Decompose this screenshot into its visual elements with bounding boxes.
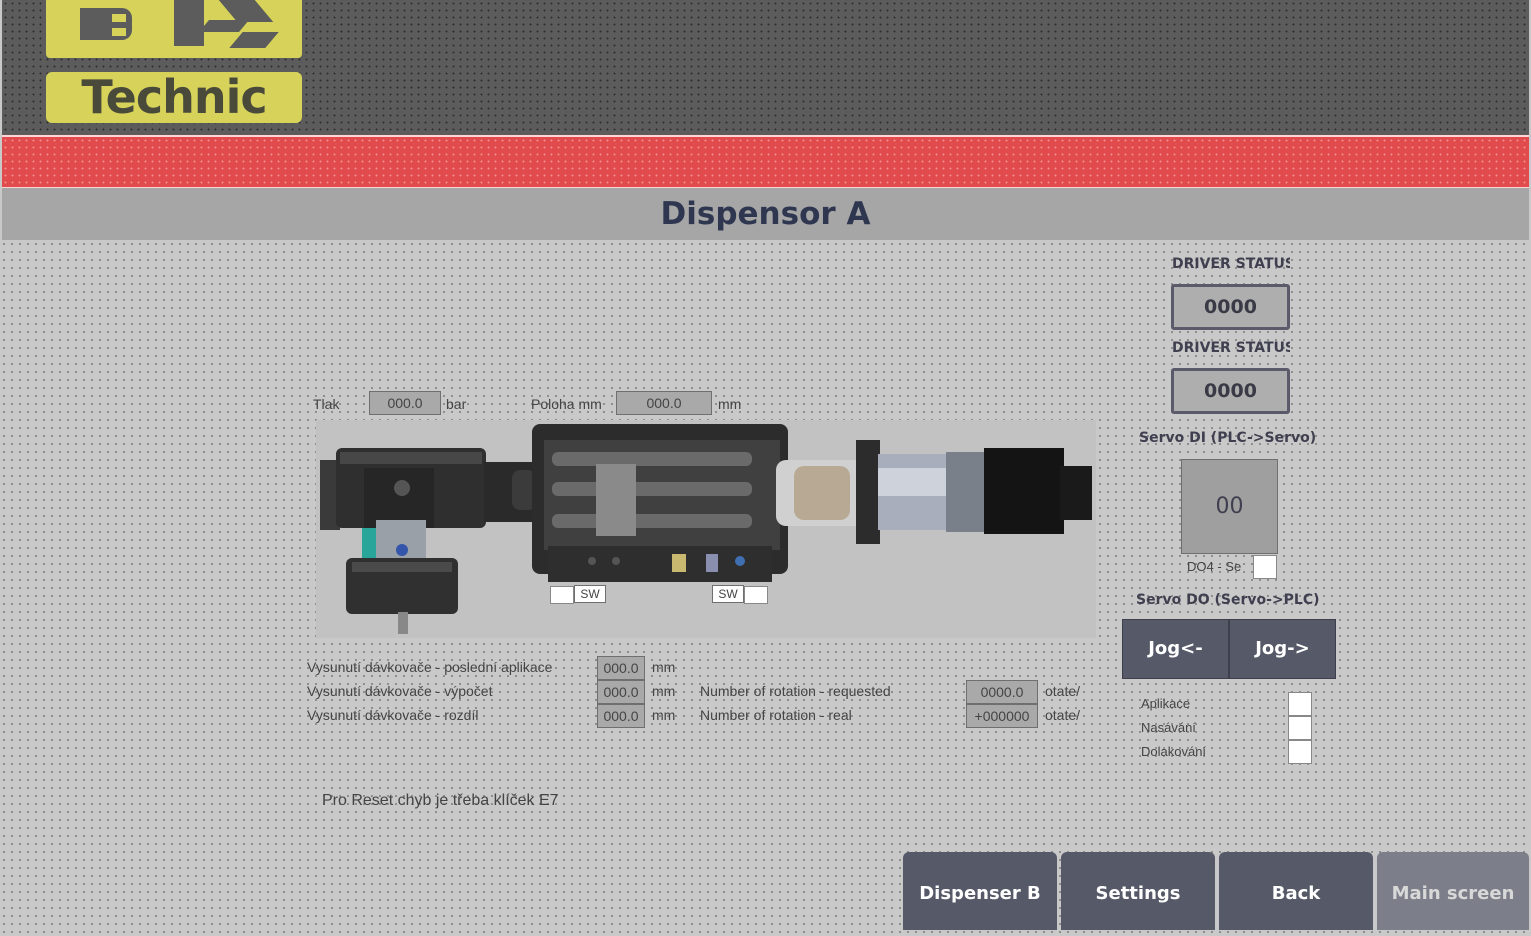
rotation-value-requested: 0000.0 bbox=[966, 680, 1038, 704]
driver-status-1-label: DRIVER STATUS bbox=[1172, 256, 1290, 272]
servo-di-label: Servo DI (PLC->Servo) bbox=[1139, 430, 1317, 446]
dispenser-drawing bbox=[320, 424, 1092, 634]
poloha-label: Poloha mm bbox=[531, 396, 602, 412]
poloha-unit: mm bbox=[718, 396, 742, 412]
rotation-unit: otate/ bbox=[1045, 707, 1081, 723]
main-screen-button[interactable]: Main screen bbox=[1377, 852, 1529, 930]
tlak-label: Tlak bbox=[313, 396, 340, 412]
do4-label: DO4 - Se bbox=[1187, 559, 1242, 574]
measurement-label-difference: Vysunutí dávkovače - rozdíl bbox=[307, 707, 479, 723]
alarm-band bbox=[2, 135, 1529, 189]
measurement-label-last-application: Vysunutí dávkovače - poslední aplikace bbox=[307, 659, 553, 675]
settings-button[interactable]: Settings bbox=[1061, 852, 1215, 930]
measurement-value-calculation: 000.0 bbox=[597, 680, 645, 704]
driver-status-2-value: 0000 bbox=[1171, 368, 1290, 414]
back-button[interactable]: Back bbox=[1219, 852, 1373, 930]
page-title: Dispensor A bbox=[660, 196, 871, 232]
driver-status-1-value: 0000 bbox=[1171, 284, 1290, 330]
rotation-unit: otate/ bbox=[1045, 683, 1081, 699]
jog-right-button[interactable]: Jog-> bbox=[1229, 619, 1336, 679]
logo-bk bbox=[46, 0, 302, 58]
title-bar: Dispensor A bbox=[2, 188, 1529, 240]
mode-indicator-nasavani bbox=[1288, 716, 1312, 740]
mode-label-dolakovani: Dolakování bbox=[1141, 744, 1207, 759]
mode-label-aplikace: Aplikace bbox=[1141, 696, 1191, 711]
measurement-unit: mm bbox=[652, 707, 676, 723]
mode-indicator-dolakovani bbox=[1288, 740, 1312, 764]
tlak-field: 000.0 bbox=[369, 391, 441, 415]
servo-do-label: Servo DO (Servo->PLC) bbox=[1136, 592, 1320, 608]
jog-left-button[interactable]: Jog<- bbox=[1122, 619, 1229, 679]
rotation-label-real: Number of rotation - real bbox=[700, 707, 852, 723]
measurement-unit: mm bbox=[652, 659, 676, 675]
header-bar: Technic bbox=[2, 0, 1529, 135]
measurement-unit: mm bbox=[652, 683, 676, 699]
dispenser-machine-image bbox=[316, 420, 1096, 638]
sw-left-label: SW bbox=[574, 585, 606, 603]
rotation-label-requested: Number of rotation - requested bbox=[700, 683, 891, 699]
logo-technic: Technic bbox=[46, 72, 302, 123]
mode-indicator-aplikace bbox=[1288, 692, 1312, 716]
rotation-value-real: +000000 bbox=[966, 704, 1038, 728]
measurement-value-last-application: 000.0 bbox=[597, 656, 645, 680]
do4-indicator bbox=[1253, 555, 1277, 579]
measurement-value-difference: 000.0 bbox=[597, 704, 645, 728]
dispenser-b-button[interactable]: Dispenser B bbox=[903, 852, 1057, 930]
mode-label-nasavani: Nasávání bbox=[1141, 720, 1196, 735]
sw-right-indicator bbox=[744, 586, 768, 604]
poloha-field: 000.0 bbox=[616, 391, 712, 415]
driver-status-2-label: DRIVER STATUS bbox=[1172, 340, 1290, 356]
sw-left-indicator bbox=[550, 586, 574, 604]
sw-right-label: SW bbox=[712, 585, 744, 603]
measurement-label-calculation: Vysunutí dávkovače - výpočet bbox=[307, 683, 493, 699]
reset-note: Pro Reset chyb je třeba klíček E7 bbox=[322, 792, 559, 809]
tlak-unit: bar bbox=[446, 396, 467, 412]
servo-di-value: 00 bbox=[1181, 459, 1278, 554]
